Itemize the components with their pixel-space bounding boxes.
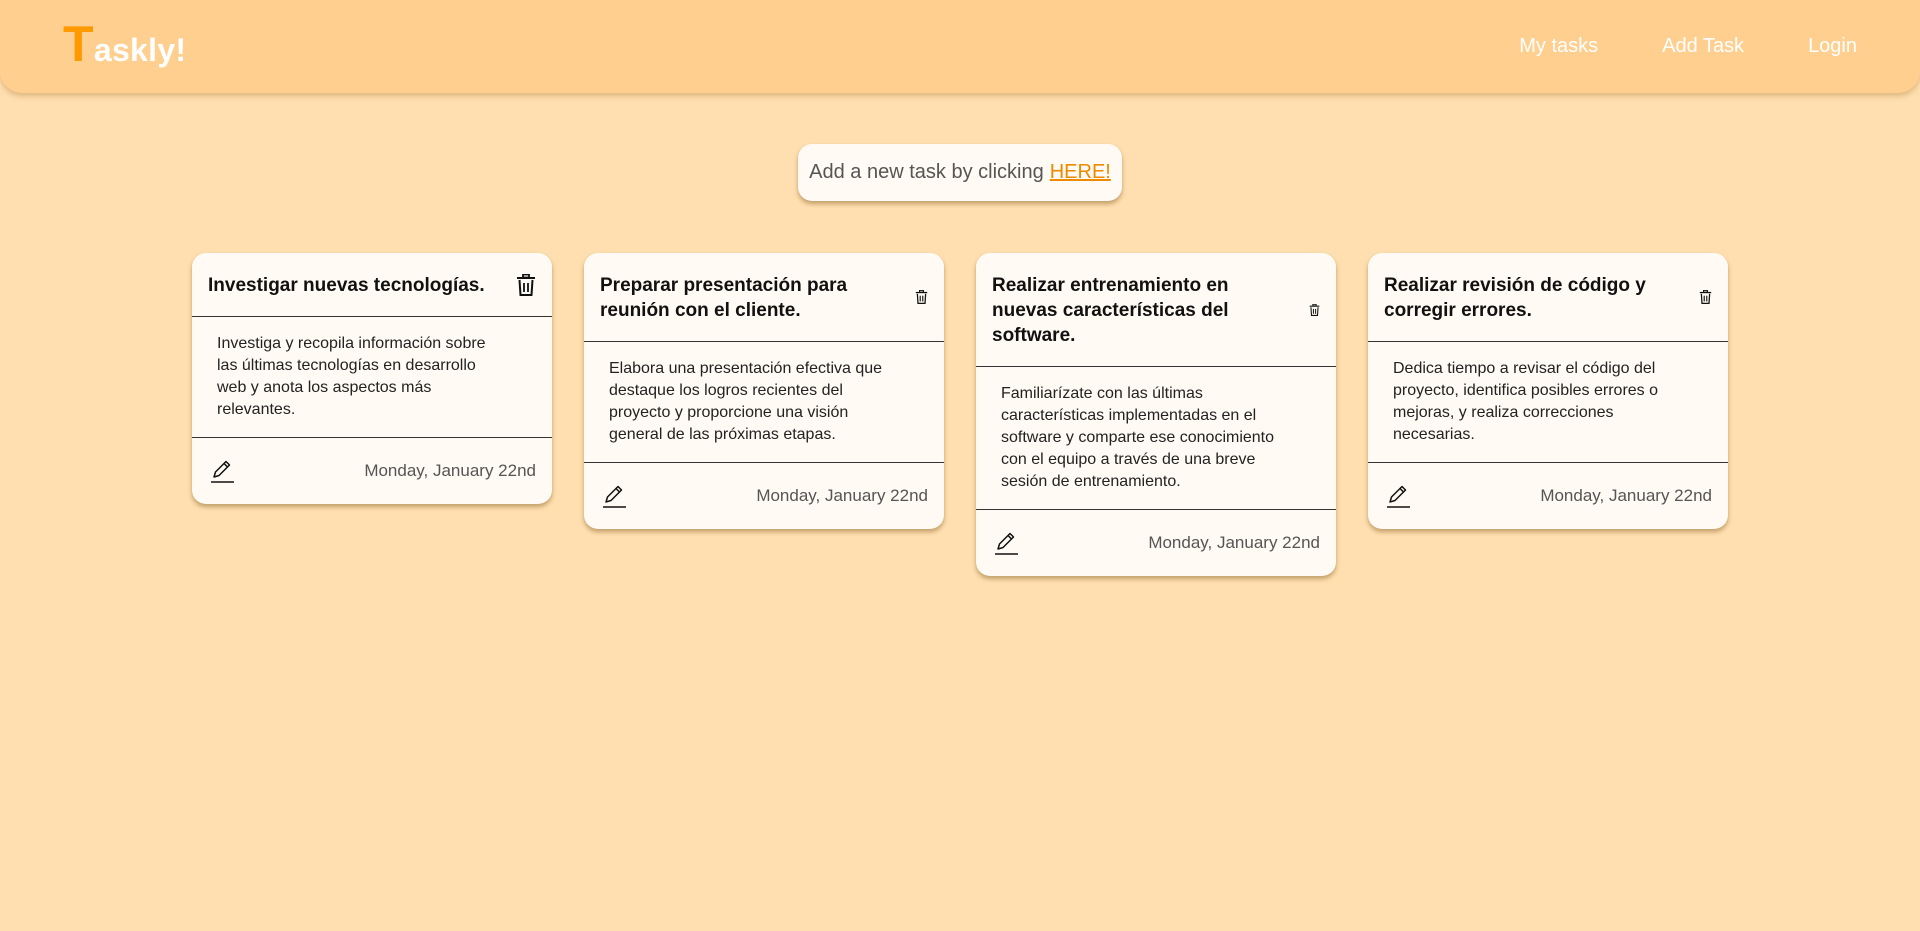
task-description: Familiarízate con las últimas caracterís…	[976, 367, 1336, 510]
task-description: Investiga y recopila información sobre l…	[192, 317, 552, 438]
trash-icon[interactable]	[915, 290, 928, 304]
task-card-header: Realizar entrenamiento en nuevas caracte…	[976, 253, 1336, 367]
nav-add-task[interactable]: Add Task	[1662, 35, 1744, 58]
task-title: Investigar nuevas tecnologías.	[208, 275, 485, 296]
task-card: Preparar presentación para reunión con e…	[584, 253, 944, 529]
task-card-footer: Monday, January 22nd	[584, 463, 944, 529]
task-title: Realizar entrenamiento en nuevas caracte…	[992, 275, 1229, 346]
nav-links: My tasks Add Task Login	[1519, 35, 1857, 58]
nav-login[interactable]: Login	[1808, 35, 1857, 58]
task-date: Monday, January 22nd	[756, 486, 928, 505]
pencil-icon[interactable]	[602, 483, 628, 509]
add-task-banner-text: Add a new task by clicking	[809, 161, 1044, 183]
pencil-icon[interactable]	[1386, 483, 1412, 509]
pencil-icon[interactable]	[210, 458, 236, 484]
task-description: Dedica tiempo a revisar el código del pr…	[1368, 342, 1728, 463]
task-description: Elabora una presentación efectiva que de…	[584, 342, 944, 463]
task-title: Preparar presentación para reunión con e…	[600, 275, 848, 321]
task-card-header: Realizar revisión de código y corregir e…	[1368, 253, 1728, 342]
task-title: Realizar revisión de código y corregir e…	[1384, 275, 1646, 321]
logo-initial: T	[63, 16, 94, 72]
logo-text: askly!	[93, 32, 187, 68]
task-card: Investigar nuevas tecnologías. Investiga…	[192, 253, 552, 504]
add-task-banner: Add a new task by clicking HERE!	[798, 144, 1122, 201]
navbar: Taskly! My tasks Add Task Login	[0, 0, 1920, 93]
add-task-link[interactable]: HERE!	[1050, 161, 1111, 184]
task-date: Monday, January 22nd	[364, 461, 536, 480]
task-card-footer: Monday, January 22nd	[192, 438, 552, 504]
task-date: Monday, January 22nd	[1148, 533, 1320, 552]
task-date: Monday, January 22nd	[1540, 486, 1712, 505]
trash-icon[interactable]	[1699, 290, 1712, 304]
task-card: Realizar revisión de código y corregir e…	[1368, 253, 1728, 529]
logo[interactable]: Taskly!	[63, 19, 187, 69]
task-card-header: Investigar nuevas tecnologías.	[192, 253, 552, 317]
pencil-icon[interactable]	[994, 530, 1020, 556]
trash-icon[interactable]	[1309, 303, 1320, 316]
nav-my-tasks[interactable]: My tasks	[1519, 35, 1598, 58]
task-card-footer: Monday, January 22nd	[1368, 463, 1728, 529]
task-card: Realizar entrenamiento en nuevas caracte…	[976, 253, 1336, 576]
task-card-header: Preparar presentación para reunión con e…	[584, 253, 944, 342]
trash-icon[interactable]	[516, 273, 536, 296]
task-card-footer: Monday, January 22nd	[976, 510, 1336, 576]
